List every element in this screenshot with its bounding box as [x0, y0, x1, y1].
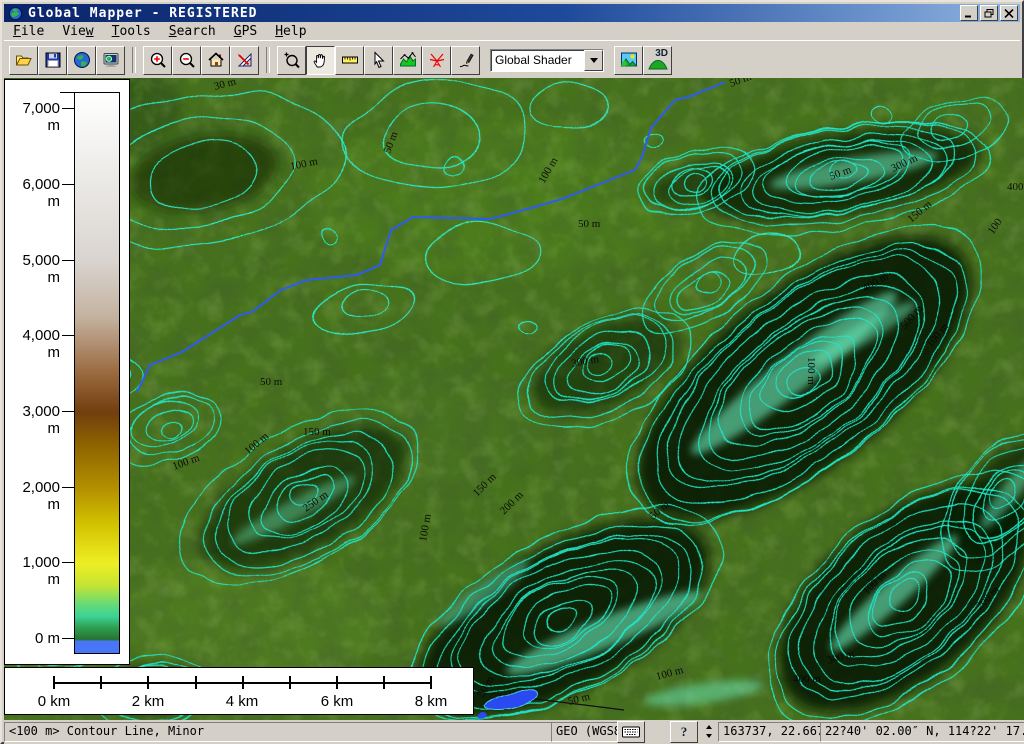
toolbar-separator [132, 47, 136, 73]
shader-select[interactable]: Global Shader [490, 49, 604, 72]
keyboard-icon [622, 726, 640, 738]
folder-open-icon [15, 51, 33, 69]
scale-bar: 0 km 2 km 4 km 6 km 8 km [4, 667, 474, 715]
ruler-icon [341, 51, 359, 69]
save-floppy-icon [44, 51, 62, 69]
legend-label: 1,000 m [7, 554, 60, 570]
zoom-spinner [702, 722, 715, 740]
legend-label: 5,000 m [7, 252, 60, 268]
hand-icon [312, 51, 330, 69]
shader-select-value: Global Shader [495, 53, 572, 67]
magnifier-icon [283, 51, 301, 69]
globe-icon [73, 51, 91, 69]
status-feature-info: <100 m> Contour Line, Minor [4, 722, 553, 742]
menu-bar: File View Tools Search GPS Help [4, 22, 1020, 40]
zoom-tool-button[interactable] [277, 46, 306, 75]
contour-label: 50 m [260, 376, 283, 388]
measure-tool-button[interactable] [335, 46, 364, 75]
landscape-icon [620, 51, 638, 69]
menu-view[interactable]: View [53, 23, 102, 40]
minimize-button[interactable] [960, 5, 978, 21]
save-button[interactable] [38, 46, 67, 75]
view-shed-button[interactable] [422, 46, 451, 75]
restore-icon [984, 9, 994, 18]
menu-tools[interactable]: Tools [103, 23, 160, 40]
legend-label: 0 m [7, 630, 60, 646]
load-workspace-button[interactable] [67, 46, 96, 75]
pen-icon [457, 51, 475, 69]
legend-label: 3,000 m [7, 403, 60, 419]
spinner-down-button[interactable] [702, 731, 715, 740]
pan-tool-button[interactable] [306, 46, 335, 75]
zoom-out-icon [178, 51, 196, 69]
title-bar: Global Mapper - REGISTERED [4, 4, 1020, 22]
contour-label: 400 m [793, 673, 821, 685]
keyboard-button[interactable] [617, 721, 645, 743]
help-icon: ? [681, 724, 688, 740]
home-icon [207, 51, 225, 69]
close-icon [1004, 9, 1014, 18]
scale-label: 8 km [409, 693, 453, 710]
elevation-gradient-bar [74, 92, 120, 654]
close-button[interactable] [1000, 5, 1018, 21]
legend-label: 4,000 m [7, 327, 60, 343]
map-viewport[interactable]: 30 m100 m50 m50 m100 m50 m50 m300 m40015… [4, 78, 1024, 720]
path-profile-icon [399, 51, 417, 69]
window-title: Global Mapper - REGISTERED [28, 6, 958, 21]
zoom-in-button[interactable] [143, 46, 172, 75]
contour-label: 100 m [805, 357, 817, 385]
view-3d-button[interactable]: 3D [643, 46, 672, 75]
overlay-control-button[interactable] [96, 46, 125, 75]
contour-label: 400 [1007, 181, 1024, 193]
chevron-down-icon[interactable] [584, 50, 603, 71]
contour-label: 150 m [303, 426, 331, 438]
status-bar: <100 m> Contour Line, Minor GEO (WGS84 ?… [4, 720, 1024, 744]
terrain-map: 30 m100 m50 m50 m100 m50 m50 m300 m40015… [4, 78, 1024, 720]
toolbar-separator [266, 47, 270, 73]
spinner-up-button[interactable] [702, 722, 715, 731]
digitizer-button[interactable] [451, 46, 480, 75]
menu-file[interactable]: File [4, 23, 53, 40]
legend-label: 6,000 m [7, 176, 60, 192]
pointer-icon [370, 51, 388, 69]
full-view-button[interactable] [201, 46, 230, 75]
scale-label: 6 km [315, 693, 359, 710]
menu-search[interactable]: Search [160, 23, 225, 40]
app-logo-icon [8, 6, 23, 21]
help-button[interactable]: ? [670, 721, 698, 743]
elevation-legend: 7,000 m 6,000 m 5,000 m 4,000 m 3,000 m … [4, 79, 130, 665]
feature-info-button[interactable] [364, 46, 393, 75]
zoom-to-scale-button[interactable] [230, 46, 259, 75]
toolbar: Global Shader 3D [4, 40, 1020, 79]
scale-label: 0 km [32, 693, 76, 710]
path-profile-button[interactable] [393, 46, 422, 75]
status-position: 163737, 22.66722137 ) [718, 722, 823, 742]
hillshade-button[interactable] [614, 46, 643, 75]
restore-button[interactable] [980, 5, 998, 21]
view-shed-icon [428, 51, 446, 69]
zoom-out-button[interactable] [172, 46, 201, 75]
triangle-pencil-icon [236, 51, 254, 69]
legend-label: 7,000 m [7, 100, 60, 116]
menu-gps[interactable]: GPS [225, 23, 266, 40]
contour-label: 50 m [578, 218, 601, 230]
zoom-in-icon [149, 51, 167, 69]
app-window: Global Mapper - REGISTERED File View Too… [0, 0, 1024, 744]
status-latlon: 22?40' 02.00″ N, 114?22' 17.89″ E [820, 722, 1024, 742]
monitor-globe-icon [102, 51, 120, 69]
status-projection: GEO (WGS84 [551, 722, 620, 742]
legend-label: 2,000 m [7, 479, 60, 495]
minimize-icon [964, 9, 974, 18]
scale-label: 4 km [220, 693, 264, 710]
menu-help[interactable]: Help [266, 23, 315, 40]
3d-label: 3D [655, 48, 668, 59]
open-file-button[interactable] [9, 46, 38, 75]
scale-label: 2 km [126, 693, 170, 710]
